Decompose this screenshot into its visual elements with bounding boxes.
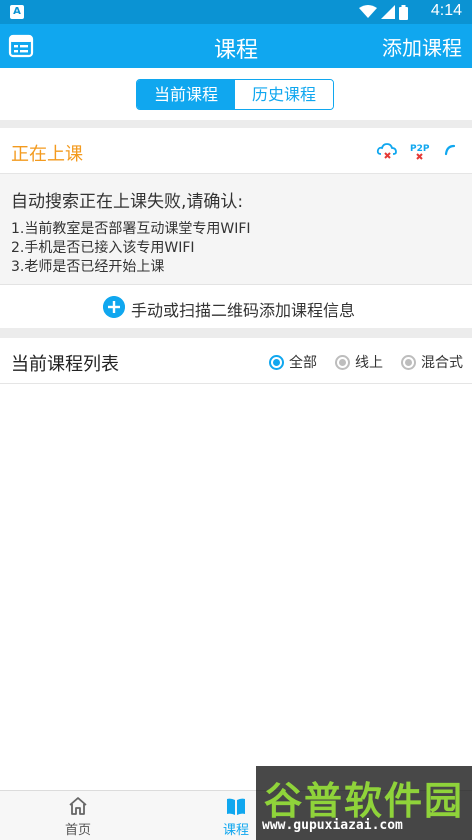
nav-item-home[interactable]: 首页 bbox=[38, 795, 118, 838]
search-failure-heading: 自动搜索正在上课失败,请确认: bbox=[11, 192, 244, 212]
tabs-container: 当前课程 历史课程 bbox=[0, 68, 472, 120]
live-class-label: 正在上课 bbox=[11, 144, 83, 165]
filter-blended-radio[interactable]: 混合式 bbox=[401, 352, 463, 372]
add-course-button[interactable]: 添加课程 bbox=[382, 32, 462, 61]
filter-all-radio[interactable]: 全部 bbox=[269, 352, 317, 372]
divider bbox=[0, 120, 472, 128]
wifi-icon bbox=[359, 5, 377, 18]
manual-add-course-button[interactable]: 手动或扫描二维码添加课程信息 bbox=[0, 284, 472, 328]
filter-online-radio[interactable]: 线上 bbox=[335, 352, 383, 372]
plus-circle-icon bbox=[103, 296, 125, 318]
manual-add-course-label: 手动或扫描二维码添加课程信息 bbox=[131, 301, 356, 320]
watermark-logo: 谷普软件园 www.gupuxiazai.com bbox=[256, 766, 472, 840]
status-time: 4:14 bbox=[430, 2, 462, 19]
radio-checked-icon bbox=[269, 354, 284, 370]
notification-icon: A bbox=[10, 5, 24, 19]
live-class-row: 正在上课 P2P bbox=[0, 128, 472, 174]
status-icons bbox=[359, 4, 408, 20]
watermark-url: www.gupuxiazai.com bbox=[262, 818, 403, 833]
status-bar: A 4:14 bbox=[0, 0, 472, 24]
course-list-title: 当前课程列表 bbox=[11, 354, 119, 375]
battery-icon bbox=[399, 4, 408, 20]
course-list-content[interactable] bbox=[0, 384, 472, 790]
checklist-item: 1.当前教室是否部署互动课堂专用WIFI bbox=[11, 221, 251, 237]
home-icon bbox=[69, 797, 87, 815]
filter-label: 混合式 bbox=[421, 355, 463, 371]
cloud-off-icon[interactable] bbox=[376, 140, 398, 162]
radio-unchecked-icon bbox=[401, 354, 416, 370]
book-icon bbox=[227, 798, 245, 815]
tab-current-courses[interactable]: 当前课程 bbox=[137, 80, 235, 109]
signal-icon bbox=[381, 5, 395, 19]
search-failure-box: 自动搜索正在上课失败,请确认: 1.当前教室是否部署互动课堂专用WIFI 2.手… bbox=[0, 174, 472, 284]
p2p-off-icon[interactable]: P2P bbox=[408, 140, 432, 162]
divider bbox=[0, 328, 472, 338]
loading-spinner-icon bbox=[444, 144, 456, 156]
filter-label: 全部 bbox=[289, 355, 317, 371]
nav-label: 首页 bbox=[64, 823, 91, 838]
radio-unchecked-icon bbox=[335, 354, 350, 370]
course-list-header: 当前课程列表 全部 线上 混合式 bbox=[0, 338, 472, 384]
checklist-item: 3.老师是否已经开始上课 bbox=[11, 259, 165, 275]
svg-text:P2P: P2P bbox=[410, 144, 430, 154]
app-bar: 课程 添加课程 bbox=[0, 24, 472, 68]
checklist-item: 2.手机是否已接入该专用WIFI bbox=[11, 240, 195, 256]
tab-history-courses[interactable]: 历史课程 bbox=[235, 80, 333, 109]
watermark-title: 谷普软件园 bbox=[264, 779, 465, 823]
filter-label: 线上 bbox=[355, 355, 383, 371]
course-tabs: 当前课程 历史课程 bbox=[136, 79, 334, 110]
